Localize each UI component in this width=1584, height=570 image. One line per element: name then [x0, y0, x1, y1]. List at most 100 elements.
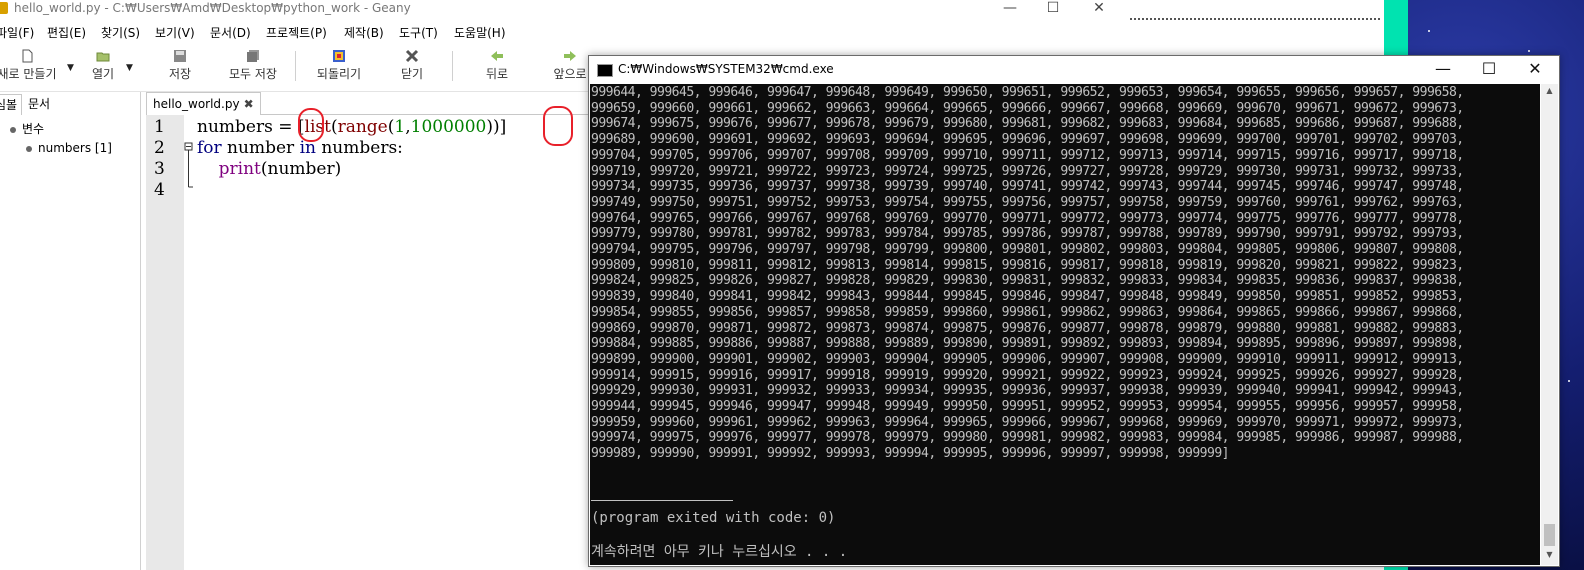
menu-edit[interactable]: 편집(E)	[47, 24, 86, 41]
menu-view[interactable]: 보기(V)	[155, 24, 195, 41]
tab-hello-world[interactable]: hello_world.py ✖	[146, 92, 261, 115]
line-number-gutter	[146, 115, 184, 570]
scroll-up-icon[interactable]: ▲	[1544, 86, 1555, 98]
save-all-icon	[247, 50, 259, 62]
code-line-1[interactable]: numbers = [list(range(1,1000000))]	[197, 117, 506, 137]
console-line: 999974, 999975, 999976, 999977, 999978, …	[591, 430, 1464, 446]
geany-menu-bar: 파일(F) 편집(E) 찾기(S) 보기(V) 문서(D) 프로젝트(P) 제작…	[0, 21, 1122, 43]
new-file-icon	[22, 49, 33, 63]
tree-item-numbers[interactable]: numbers [1]	[26, 141, 112, 155]
revert-button[interactable]: 되돌리기	[312, 47, 366, 87]
arrow-right-icon	[564, 51, 576, 61]
code-token: number	[221, 138, 300, 158]
exit-message: (program exited with code: 0)	[591, 510, 836, 526]
tab-symbols[interactable]: 심볼	[0, 94, 23, 115]
save-button[interactable]: 저장	[160, 47, 200, 87]
code-token: (	[330, 117, 338, 137]
forward-label: 앞으로	[553, 67, 587, 81]
cmd-vertical-scrollbar[interactable]: ▲ ▼	[1541, 84, 1558, 565]
cmd-window: C:₩Windows₩SYSTEM32₩cmd.exe — ☐ ✕ 999644…	[588, 55, 1560, 567]
geany-title-text: hello_world.py - C:₩Users₩Amd₩Desktop₩py…	[14, 1, 411, 15]
cmd-maximize-button[interactable]: ☐	[1469, 58, 1509, 80]
sidebar: 심볼 문서 변수 numbers [1]	[0, 92, 141, 570]
scroll-thumb[interactable]	[1544, 524, 1555, 546]
star	[1528, 50, 1530, 52]
open-file-dropdown-icon[interactable]: ▼	[126, 63, 133, 73]
console-line: 999674, 999675, 999676, 999677, 999678, …	[591, 116, 1464, 132]
menu-tools[interactable]: 도구(T)	[399, 24, 438, 41]
code-token: (number)	[260, 159, 342, 179]
save-all-button[interactable]: 모두 저장	[222, 47, 284, 87]
console-line: 999944, 999945, 999946, 999947, 999948, …	[591, 399, 1464, 414]
line-number: 4	[154, 180, 165, 200]
tab-close-icon[interactable]: ✖	[244, 97, 254, 111]
menu-file[interactable]: 파일(F)	[0, 24, 34, 41]
toolbar-separator	[295, 51, 296, 81]
dotted-divider	[1130, 18, 1380, 20]
red-annotation-circle	[298, 108, 324, 142]
code-token: ))	[486, 117, 500, 137]
toolbar-separator	[452, 51, 453, 81]
cmd-title-text: C:₩Windows₩SYSTEM32₩cmd.exe	[618, 62, 834, 76]
code-token: 1000000	[410, 117, 487, 137]
console-line: 999689, 999690, 999691, 999692, 999693, …	[591, 132, 1464, 148]
console-line: 999914, 999915, 999916, 999917, 999918, …	[591, 367, 1464, 383]
save-icon	[174, 50, 186, 62]
geany-close-button[interactable]: ✕	[1084, 0, 1114, 20]
line-number: 3	[154, 159, 165, 179]
output-separator	[591, 500, 733, 501]
geany-minimize-button[interactable]: —	[995, 0, 1025, 20]
close-x-icon	[405, 49, 419, 63]
tab-documents[interactable]: 문서	[28, 94, 50, 114]
new-file-button[interactable]: 새로 만들기	[0, 47, 60, 87]
scroll-down-icon[interactable]: ▼	[1544, 550, 1555, 562]
arrow-left-icon	[491, 51, 503, 61]
back-button[interactable]: 뒤로	[480, 47, 514, 87]
line-number: 2	[154, 138, 165, 158]
console-line: 999899, 999900, 999901, 999902, 999903, …	[591, 351, 1464, 367]
console-line: 999989, 999990, 999991, 999992, 999993, …	[591, 446, 1230, 462]
menu-build[interactable]: 제작(B)	[344, 24, 384, 41]
fold-margin	[184, 115, 194, 570]
close-file-button[interactable]: 닫기	[394, 47, 430, 87]
console-line: 999854, 999855, 999856, 999857, 999858, …	[591, 304, 1464, 320]
new-file-label: 새로 만들기	[0, 67, 57, 81]
menu-help[interactable]: 도움말(H)	[454, 24, 506, 41]
open-file-button[interactable]: 열기	[86, 47, 120, 87]
menu-search[interactable]: 찾기(S)	[101, 24, 140, 41]
code-token: numbers =	[197, 117, 298, 137]
console-line: 999764, 999765, 999766, 999767, 999768, …	[591, 210, 1464, 226]
code-line-3[interactable]: print(number)	[197, 159, 342, 179]
code-token: for	[197, 138, 222, 158]
console-line: 999824, 999825, 999826, 999827, 999828, …	[591, 273, 1464, 289]
fold-marker-icon	[184, 142, 193, 188]
tree-bullet-icon	[10, 126, 16, 133]
console-line: 999959, 999960, 999961, 999962, 999963, …	[591, 414, 1464, 430]
console-output[interactable]: 999644, 999645, 999646, 999647, 999648, …	[590, 84, 1540, 565]
console-line: 999749, 999750, 999751, 999752, 999753, …	[591, 194, 1464, 210]
cmd-close-button[interactable]: ✕	[1515, 58, 1555, 80]
console-line: 999779, 999780, 999781, 999782, 999783, …	[591, 226, 1464, 242]
new-file-dropdown-icon[interactable]: ▼	[67, 63, 74, 73]
menu-project[interactable]: 프로젝트(P)	[266, 24, 327, 41]
star	[1428, 30, 1430, 32]
forward-button[interactable]: 앞으로	[550, 47, 590, 87]
red-annotation-circle	[543, 106, 573, 146]
console-line: 999884, 999885, 999886, 999887, 999888, …	[591, 336, 1464, 352]
tree-item-label: numbers [1]	[38, 141, 112, 155]
geany-app-icon	[0, 2, 8, 14]
menu-document[interactable]: 문서(D)	[210, 24, 251, 41]
tab-hello-world-label: hello_world.py	[153, 97, 240, 111]
geany-title-bar: hello_world.py - C:₩Users₩Amd₩Desktop₩py…	[0, 0, 1122, 20]
revert-icon	[333, 50, 345, 62]
console-line: 999929, 999930, 999931, 999932, 999933, …	[591, 383, 1464, 399]
tree-group-variables[interactable]: 변수	[10, 120, 44, 137]
console-line: 999809, 999810, 999811, 999812, 999813, …	[591, 257, 1464, 273]
code-token: print	[218, 159, 261, 179]
geany-maximize-button[interactable]: ☐	[1038, 0, 1068, 20]
pause-prompt: 계속하려면 아무 키나 누르십시오 . . .	[591, 544, 848, 560]
star	[1568, 380, 1570, 382]
code-line-2[interactable]: for number in numbers:	[197, 138, 403, 158]
cmd-minimize-button[interactable]: —	[1423, 58, 1463, 80]
revert-label: 되돌리기	[316, 67, 362, 81]
